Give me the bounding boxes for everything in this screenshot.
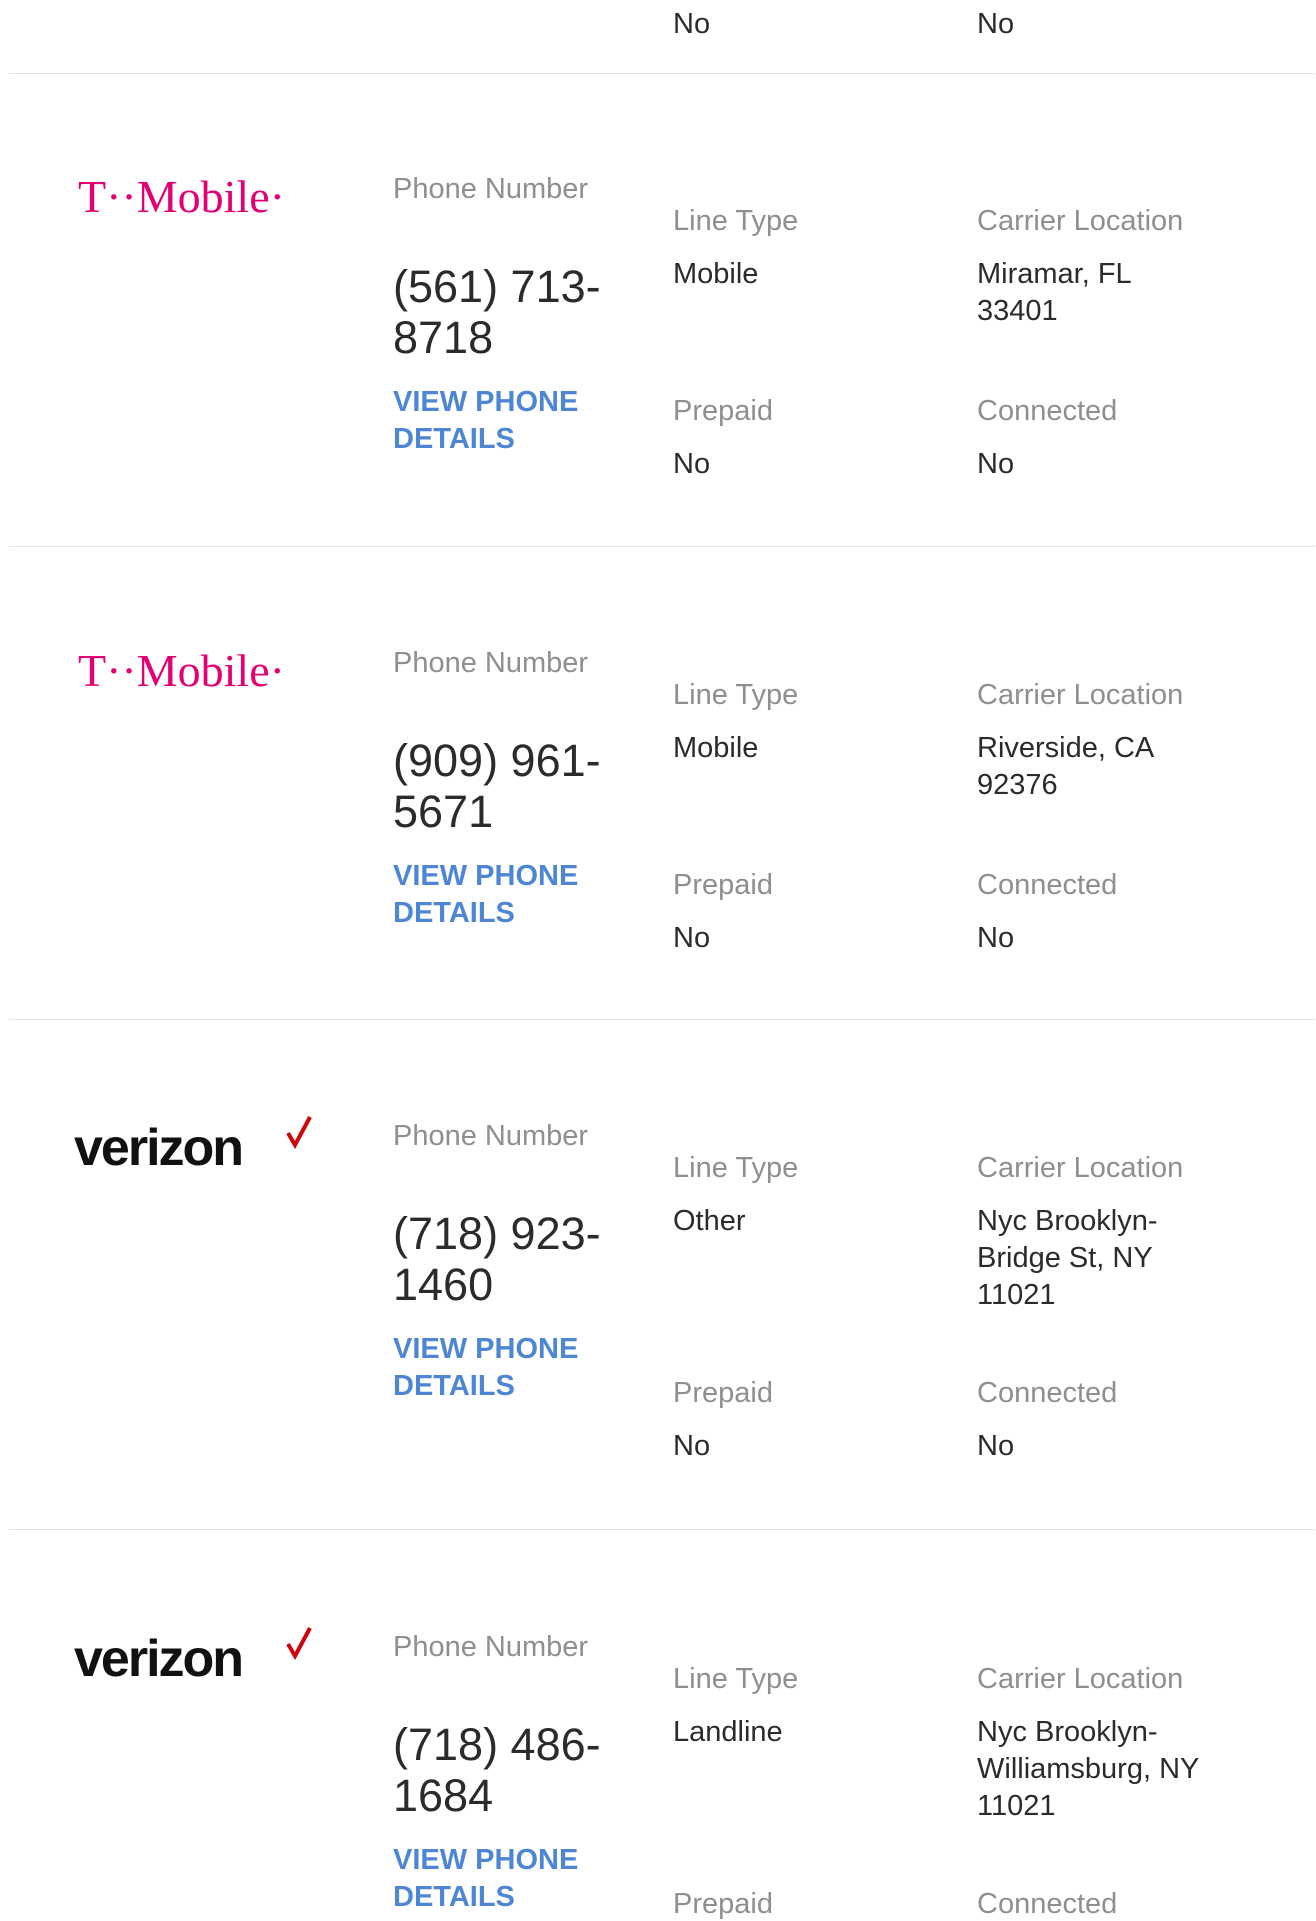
phone-number-value: (909) 961-5671	[393, 735, 601, 837]
connected-value: No	[977, 448, 1015, 480]
carrier-location-label: Carrier Location	[977, 1663, 1184, 1695]
phone-number-label: Phone Number	[393, 173, 589, 205]
connected-label: Connected	[977, 1888, 1118, 1920]
tmobile-t-mark: T··Mobile·	[78, 645, 285, 696]
phone-number-label: Phone Number	[393, 1120, 589, 1152]
phone-number-value: (718) 923-1460	[393, 1208, 601, 1310]
line-type-label: Line Type	[673, 1152, 799, 1184]
tmobile-t-mark: T··Mobile·	[78, 171, 285, 222]
verizon-check-icon	[286, 1627, 312, 1661]
phone-number-value: (718) 486-1684	[393, 1719, 601, 1821]
line-type-value: Mobile	[673, 732, 759, 764]
prepaid-value: No	[673, 922, 711, 954]
record-divider	[9, 1019, 1315, 1020]
tmobile-logo: T··Mobile·	[74, 642, 314, 702]
prepaid-value: No	[673, 8, 711, 40]
line-type-value: Mobile	[673, 258, 759, 290]
view-phone-details-link[interactable]: VIEW PHONE DETAILS	[393, 384, 623, 458]
carrier-location-value: Nyc Brooklyn-Williamsburg, NY 11021	[977, 1716, 1199, 1822]
line-type-label: Line Type	[673, 205, 799, 237]
verizon-logo: verizon	[74, 1626, 314, 1686]
prepaid-value: No	[673, 448, 711, 480]
connected-label: Connected	[977, 1377, 1118, 1409]
prepaid-label: Prepaid	[673, 1888, 773, 1920]
connected-label: Connected	[977, 395, 1118, 427]
tmobile-logo: T··Mobile·	[74, 168, 314, 228]
line-type-value: Landline	[673, 1716, 783, 1748]
connected-value: No	[977, 1430, 1015, 1462]
verizon-wordmark: verizon	[74, 1119, 242, 1175]
prepaid-value: No	[673, 1430, 711, 1462]
line-type-label: Line Type	[673, 1663, 799, 1695]
record-divider	[9, 1529, 1315, 1530]
view-phone-details-link[interactable]: VIEW PHONE DETAILS	[393, 1842, 623, 1916]
connected-label: Connected	[977, 869, 1118, 901]
verizon-check-icon	[286, 1116, 312, 1150]
verizon-wordmark: verizon	[74, 1630, 242, 1686]
phone-number-value: (561) 713-8718	[393, 261, 601, 363]
line-type-value: Other	[673, 1205, 746, 1237]
view-phone-details-link[interactable]: VIEW PHONE DETAILS	[393, 858, 623, 932]
carrier-location-value: Riverside, CA 92376	[977, 732, 1153, 801]
carrier-location-label: Carrier Location	[977, 1152, 1184, 1184]
prepaid-label: Prepaid	[673, 395, 773, 427]
line-type-label: Line Type	[673, 679, 799, 711]
view-phone-details-link[interactable]: VIEW PHONE DETAILS	[393, 1331, 623, 1405]
record-divider	[9, 546, 1315, 547]
prepaid-label: Prepaid	[673, 1377, 773, 1409]
record-divider	[9, 73, 1315, 74]
verizon-logo: verizon	[74, 1115, 314, 1175]
prepaid-label: Prepaid	[673, 869, 773, 901]
carrier-location-value: Miramar, FL 33401	[977, 258, 1131, 327]
carrier-location-label: Carrier Location	[977, 679, 1184, 711]
carrier-location-value: Nyc Brooklyn-Bridge St, NY 11021	[977, 1205, 1158, 1311]
connected-value: No	[977, 922, 1015, 954]
connected-value: No	[977, 8, 1015, 40]
partial-record-top: No No	[0, 0, 1316, 74]
phone-number-label: Phone Number	[393, 647, 589, 679]
phone-number-label: Phone Number	[393, 1631, 589, 1663]
carrier-location-label: Carrier Location	[977, 205, 1184, 237]
